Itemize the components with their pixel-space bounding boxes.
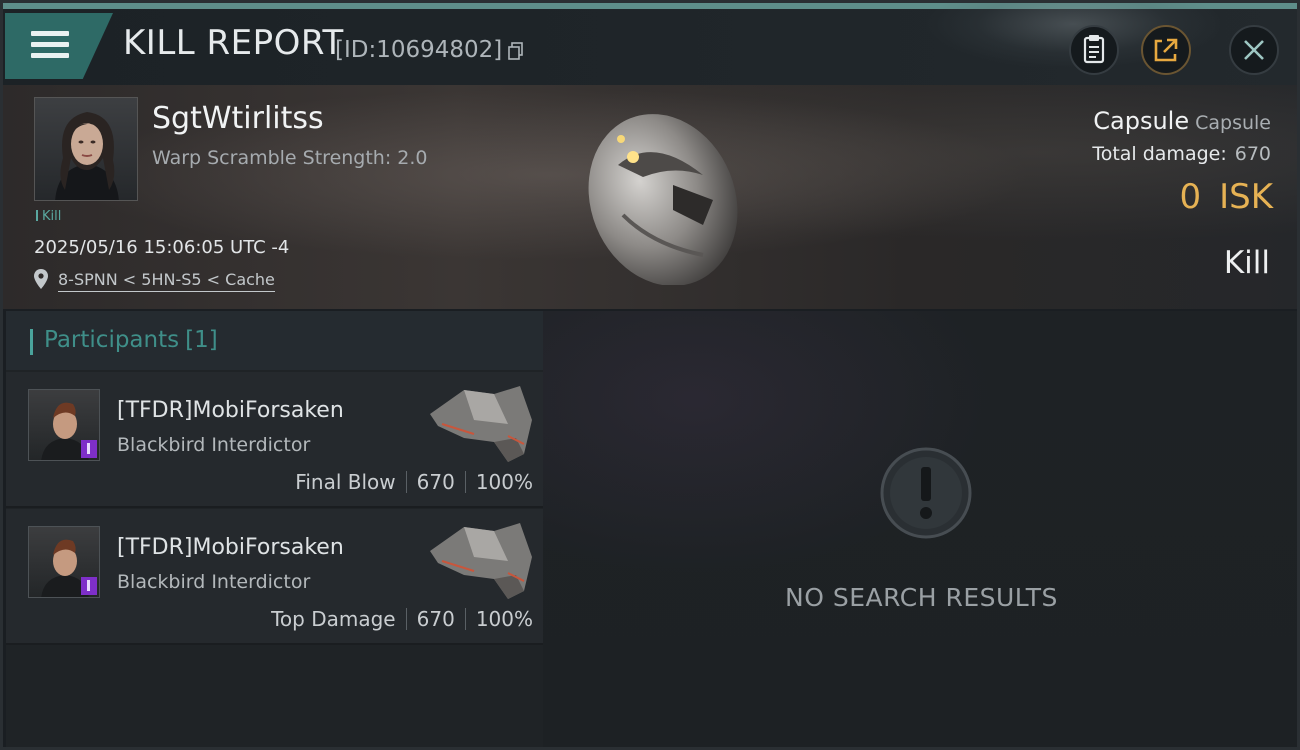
blackbird-ship-image (430, 386, 532, 462)
results-panel: NO SEARCH RESULTS (543, 311, 1297, 747)
participant-damage: 670 (416, 470, 455, 494)
avatar[interactable] (28, 526, 100, 598)
close-button[interactable] (1229, 25, 1279, 75)
total-damage: Total damage: 670 (1092, 143, 1271, 165)
pilot-badge-icon (81, 577, 97, 595)
avatar[interactable] (28, 389, 100, 461)
header-bar: KILL REPORT [ID:10694802] (3, 3, 1297, 85)
ship-type: Capsule (1195, 112, 1271, 134)
pilot-portrait-image (55, 112, 119, 200)
participant-row[interactable]: [TFDR]MobiForsaken Blackbird Interdictor… (6, 372, 543, 508)
clipboard-button[interactable] (1069, 25, 1119, 75)
page-title: KILL REPORT (123, 23, 344, 63)
total-damage-value: 670 (1234, 143, 1271, 165)
result-label: Kill (1223, 245, 1270, 281)
victim-portrait[interactable] (34, 97, 138, 201)
participants-panel: Participants [1] [TFDR]MobiForsaken Black… (6, 311, 543, 747)
participant-ship: Blackbird Interdictor (117, 571, 311, 593)
participant-damage: 670 (416, 607, 455, 631)
exclamation-icon (880, 447, 972, 539)
total-damage-label: Total damage: (1092, 143, 1227, 165)
participant-ship: Blackbird Interdictor (117, 434, 311, 456)
victim-summary: SgtWtirlitss Warp Scramble Strength: 2.0… (3, 85, 1297, 309)
capsule-ship-image (588, 114, 738, 285)
kill-tag: Kill (36, 209, 61, 224)
participant-role: Top Damage (271, 607, 396, 631)
share-button[interactable] (1141, 25, 1191, 75)
isk-amount: 0 (1179, 177, 1202, 217)
participants-header: Participants [1] (6, 311, 543, 370)
isk-unit: ISK (1219, 177, 1273, 217)
kill-tag-label: Kill (42, 209, 62, 224)
no-results-message: NO SEARCH RESULTS (785, 583, 1058, 612)
participant-percent: 100% (475, 470, 533, 494)
hamburger-menu-icon (31, 31, 69, 59)
participant-name[interactable]: [TFDR]MobiForsaken (117, 535, 344, 560)
menu-button[interactable] (5, 13, 113, 79)
participant-stats: Top Damage 670 100% (271, 607, 533, 631)
participants-title: Participants [1] (44, 327, 218, 353)
kill-timestamp: 2025/05/16 15:06:05 UTC -4 (34, 237, 290, 258)
victim-pilot-name[interactable]: SgtWtirlitss (152, 101, 324, 136)
participant-name[interactable]: [TFDR]MobiForsaken (117, 398, 344, 423)
pilot-badge-icon (81, 440, 97, 458)
participant-row[interactable]: [TFDR]MobiForsaken Blackbird Interdictor… (6, 509, 543, 645)
warp-scramble-strength: Warp Scramble Strength: 2.0 (152, 147, 428, 169)
ship-name[interactable]: Capsule (1093, 107, 1189, 135)
participant-percent: 100% (475, 607, 533, 631)
ship-line: Capsule Capsule (1093, 107, 1271, 135)
kill-report-window: KILL REPORT [ID:10694802] SgtWtirlitss W… (0, 0, 1300, 750)
close-icon (1244, 40, 1264, 60)
clipboard-icon (1083, 35, 1105, 64)
participant-stats: Final Blow 670 100% (295, 470, 533, 494)
isk-value: 0 ISK (1179, 177, 1273, 217)
blackbird-ship-image (430, 523, 532, 599)
copy-icon[interactable] (508, 42, 524, 60)
participant-role: Final Blow (295, 470, 396, 494)
location-pin-icon (34, 269, 48, 289)
share-icon (1154, 38, 1178, 62)
participants-count: [1] (185, 327, 218, 353)
participants-label: Participants (44, 327, 180, 353)
location-link[interactable]: 8-SPNN < 5HN-S5 < Cache (58, 270, 275, 292)
report-id: [ID:10694802] (335, 37, 503, 63)
